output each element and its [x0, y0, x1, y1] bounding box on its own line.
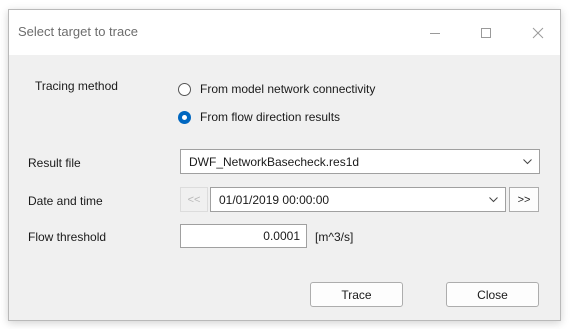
maximize-button[interactable]	[463, 10, 509, 55]
close-window-button[interactable]	[515, 10, 561, 55]
date-time-label: Date and time	[28, 194, 103, 208]
radio-model-network-label: From model network connectivity	[200, 82, 376, 96]
trace-button[interactable]: Trace	[310, 282, 403, 307]
flow-threshold-input[interactable]: 0.0001	[180, 224, 307, 248]
maximize-icon	[481, 27, 491, 38]
next-time-label: >>	[517, 193, 531, 206]
result-file-value: DWF_NetworkBasecheck.res1d	[189, 155, 360, 169]
close-button[interactable]: Close	[446, 282, 539, 307]
date-time-value: 01/01/2019 00:00:00	[219, 193, 330, 207]
radio-model-network[interactable]: From model network connectivity	[178, 82, 375, 96]
result-file-combo[interactable]: DWF_NetworkBasecheck.res1d	[180, 149, 540, 174]
radio-flow-direction-label: From flow direction results	[200, 110, 341, 124]
next-time-button[interactable]: >>	[509, 187, 539, 212]
chevron-down-icon	[489, 197, 498, 203]
close-button-label: Close	[477, 287, 508, 302]
radio-flow-direction[interactable]: From flow direction results	[178, 110, 340, 124]
flow-threshold-label: Flow threshold	[28, 230, 107, 244]
window-title: Select target to trace	[18, 24, 138, 39]
date-time-combo[interactable]: 01/01/2019 00:00:00	[210, 187, 506, 212]
radio-unchecked-icon	[178, 82, 191, 96]
previous-time-button[interactable]: <<	[180, 187, 208, 212]
chevron-down-icon	[523, 159, 532, 165]
title-bar: Select target to trace	[9, 10, 560, 55]
close-icon	[532, 27, 544, 38]
flow-threshold-unit: [m^3/s]	[315, 230, 354, 244]
radio-checked-icon	[178, 110, 191, 124]
dialog-window: Select target to trace Tracing method Fr…	[8, 9, 561, 321]
tracing-method-label: Tracing method	[35, 79, 118, 93]
minimize-button[interactable]	[412, 10, 458, 55]
trace-button-label: Trace	[341, 287, 372, 302]
minimize-icon	[430, 32, 440, 34]
result-file-label: Result file	[28, 156, 81, 170]
previous-time-label: <<	[187, 193, 201, 206]
